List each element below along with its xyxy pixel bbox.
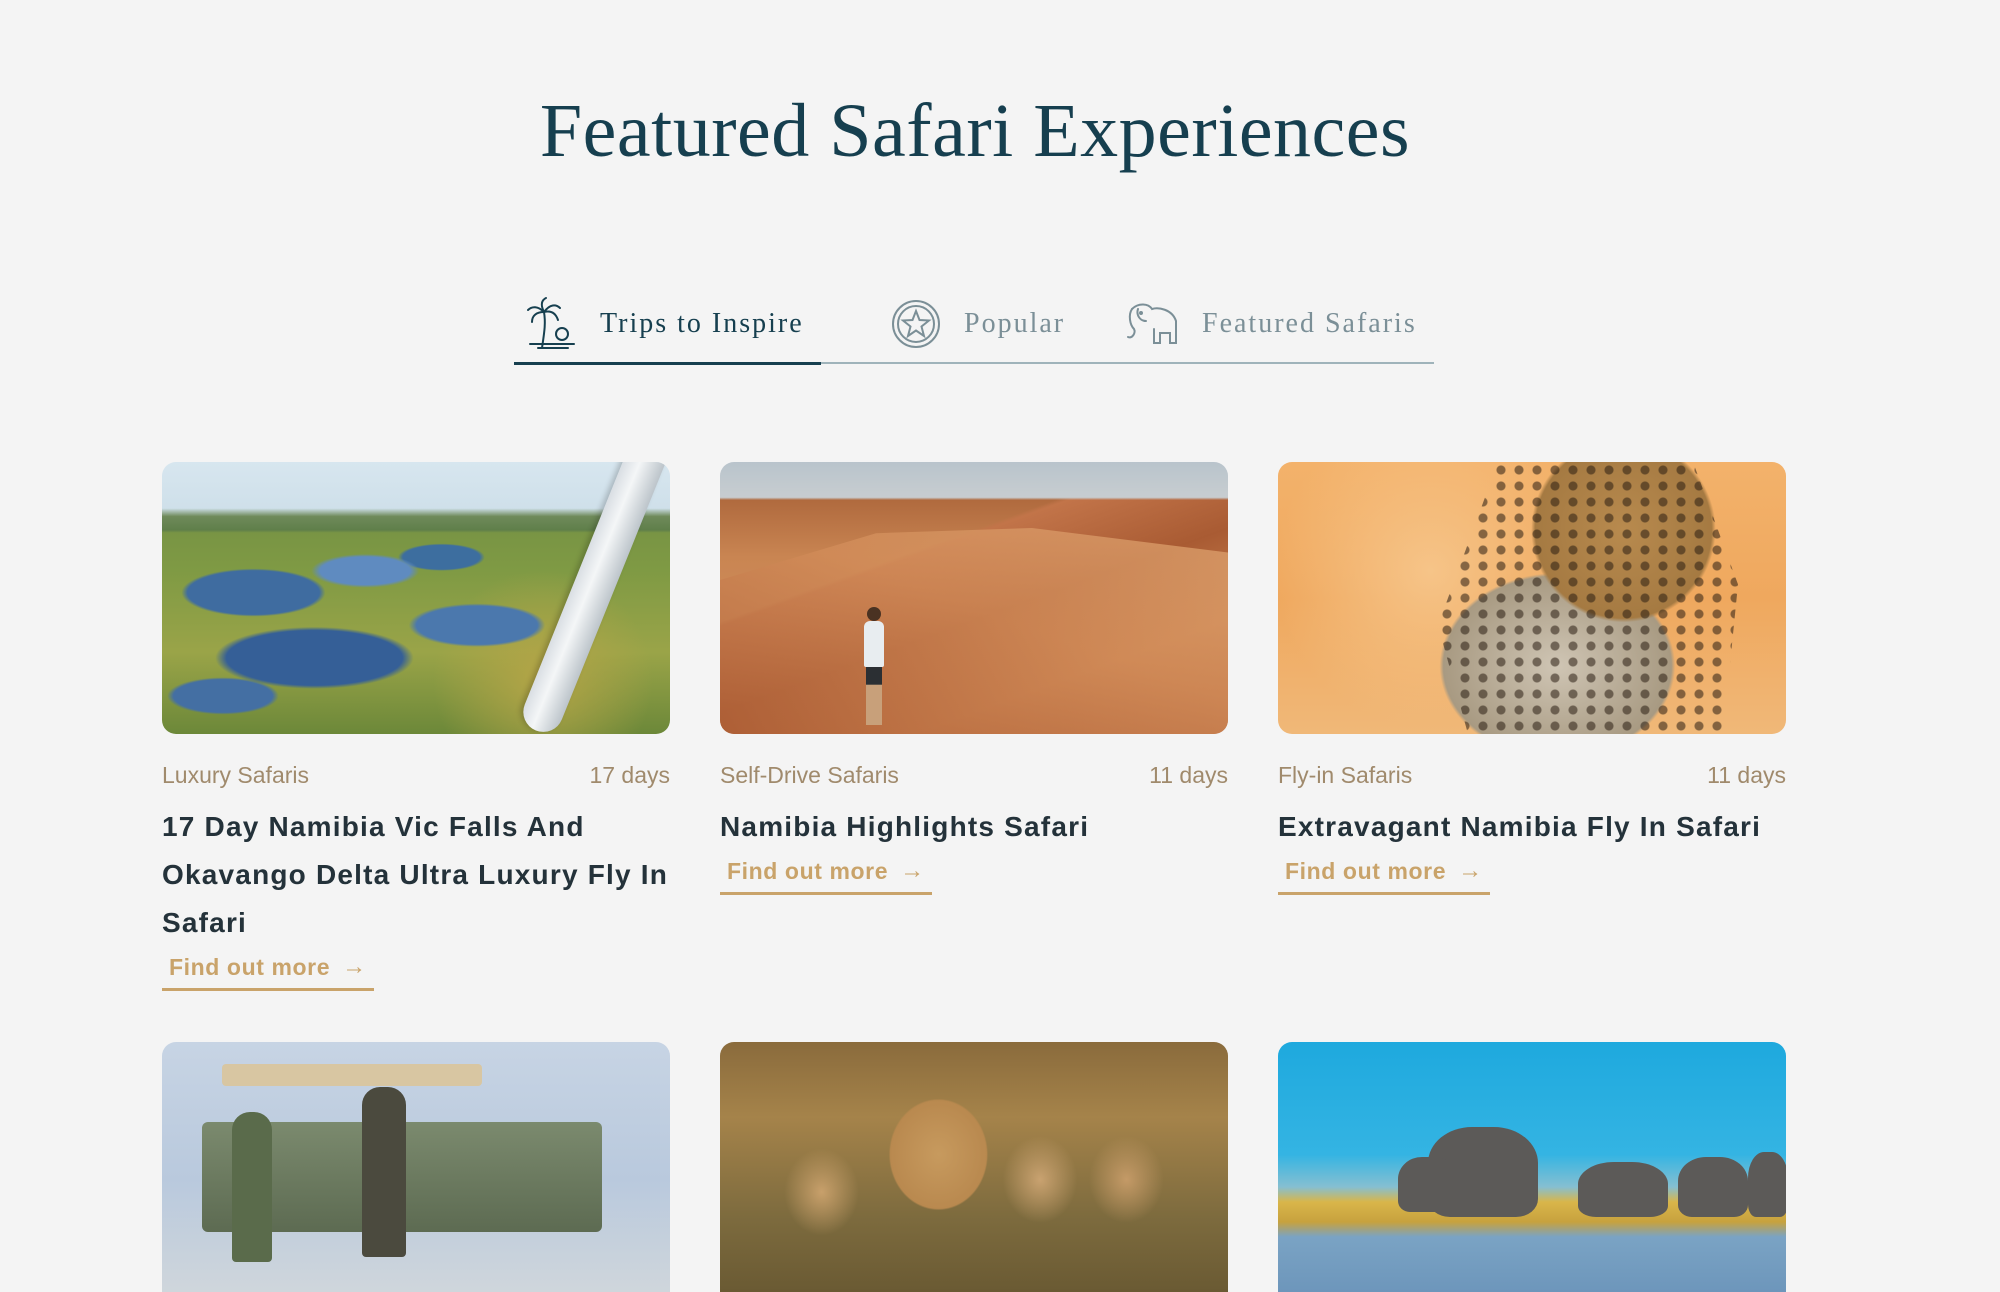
jeep-roof (222, 1064, 482, 1086)
card-image[interactable] (162, 1042, 670, 1292)
trip-card (1278, 1042, 1786, 1292)
person-figure (862, 607, 886, 725)
card-meta: Fly-in Safaris 11 days (1278, 762, 1786, 789)
trip-card: Fly-in Safaris 11 days Extravagant Namib… (1278, 462, 1786, 895)
aircraft-wing (517, 462, 670, 734)
tab-bar: Trips to Inspire Popular Featured Safari… (514, 286, 1434, 365)
elephant-figure (1678, 1157, 1748, 1217)
elephant-figure (1578, 1162, 1668, 1217)
arrow-right-icon: → (900, 857, 925, 884)
trip-card (720, 1042, 1228, 1292)
card-title[interactable]: 17 Day Namibia Vic Falls And Okavango De… (162, 803, 670, 947)
tab-trips-to-inspire[interactable]: Trips to Inspire (514, 286, 821, 365)
card-image[interactable] (720, 1042, 1228, 1292)
card-duration: 11 days (1707, 762, 1786, 788)
tab-label: Featured Safaris (1202, 308, 1417, 339)
card-meta: Luxury Safaris 17 days (162, 762, 670, 789)
section-title: Featured Safari Experiences (539, 89, 1411, 173)
elephant-figure (1748, 1152, 1786, 1217)
elephant-icon (1124, 294, 1184, 354)
card-image[interactable] (1278, 1042, 1786, 1292)
tab-featured-safaris[interactable]: Featured Safaris (1124, 286, 1434, 362)
trip-card (162, 1042, 670, 1292)
person-figure (232, 1112, 272, 1262)
card-image[interactable] (1278, 462, 1786, 734)
tab-popular[interactable]: Popular (886, 286, 1086, 362)
tab-label: Trips to Inspire (600, 308, 804, 339)
card-image[interactable] (720, 462, 1228, 734)
link-label: Find out more (727, 857, 889, 884)
palm-tree-icon (522, 294, 582, 354)
person-figure (362, 1087, 406, 1257)
card-category: Self-Drive Safaris (720, 762, 899, 788)
find-out-more-link[interactable]: Find out more → (720, 857, 932, 895)
card-category: Luxury Safaris (162, 762, 310, 788)
card-duration: 11 days (1149, 762, 1228, 788)
leopard-spots (1438, 462, 1738, 734)
link-label: Find out more (1285, 857, 1447, 884)
card-title[interactable]: Extravagant Namibia Fly In Safari (1278, 803, 1786, 851)
trip-card: Self-Drive Safaris 11 days Namibia Highl… (720, 462, 1228, 895)
arrow-right-icon: → (1458, 857, 1483, 884)
tab-label: Popular (964, 308, 1066, 339)
link-label: Find out more (169, 953, 331, 980)
trip-card: Luxury Safaris 17 days 17 Day Namibia Vi… (162, 462, 670, 991)
elephant-figure (1398, 1157, 1458, 1212)
card-title[interactable]: Namibia Highlights Safari (720, 803, 1228, 851)
find-out-more-link[interactable]: Find out more → (162, 953, 374, 991)
star-icon (886, 294, 946, 354)
card-category: Fly-in Safaris (1278, 762, 1413, 788)
card-meta: Self-Drive Safaris 11 days (720, 762, 1228, 789)
arrow-right-icon: → (342, 953, 367, 980)
find-out-more-link[interactable]: Find out more → (1278, 857, 1490, 895)
dune-ridge (720, 528, 1228, 734)
card-image[interactable] (162, 462, 670, 734)
card-duration: 17 days (589, 762, 670, 788)
